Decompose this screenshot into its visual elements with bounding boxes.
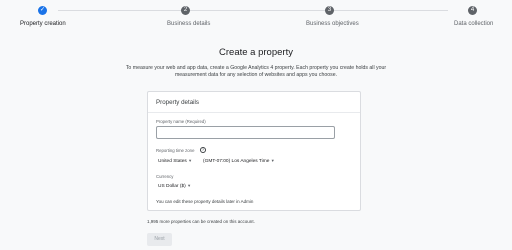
edit-later-note: You can edit these property details late…: [156, 199, 254, 204]
country-value: United States: [158, 159, 187, 164]
step-4-label: Data collection: [454, 21, 494, 27]
step-4-number: 4: [468, 6, 477, 15]
next-button[interactable]: Next: [147, 233, 172, 246]
property-details-card: Property details Property name (Required…: [147, 91, 361, 211]
card-header: Property details: [148, 92, 360, 113]
step-3-label: Business objectives: [306, 21, 359, 27]
chevron-down-icon: ▼: [187, 183, 192, 188]
timezone-select[interactable]: (GMT-07:00) Los Angeles Time ▼: [203, 158, 275, 164]
progress-stepper: ✓ Property creation 2 Business details 3…: [0, 0, 512, 34]
property-quota-text: 1,995 more properties can be created on …: [147, 219, 255, 224]
currency-value: US Dollar ($): [158, 184, 186, 189]
step-2-label: Business details: [167, 21, 211, 27]
card-title: Property details: [156, 99, 199, 106]
timezone-label: Reporting time zone: [156, 148, 195, 153]
property-name-label: Property name (Required): [156, 119, 206, 124]
help-circle-icon[interactable]: ?: [200, 147, 206, 153]
timezone-value: (GMT-07:00) Los Angeles Time: [203, 159, 270, 164]
country-select[interactable]: United States ▼: [158, 158, 192, 164]
stepper-line: [58, 10, 448, 11]
step-1-check-icon: ✓: [38, 6, 47, 15]
intro-text: To measure your web and app data, create…: [125, 65, 387, 79]
currency-label: Currency: [156, 174, 174, 179]
property-name-input[interactable]: [156, 126, 335, 139]
step-1-label: Property creation: [20, 21, 66, 27]
chevron-down-icon: ▼: [270, 158, 275, 163]
step-3-number: 3: [325, 6, 334, 15]
step-2-number: 2: [181, 6, 190, 15]
page-title: Create a property: [219, 47, 293, 58]
currency-select[interactable]: US Dollar ($) ▼: [158, 183, 191, 189]
chevron-down-icon: ▼: [188, 158, 193, 163]
